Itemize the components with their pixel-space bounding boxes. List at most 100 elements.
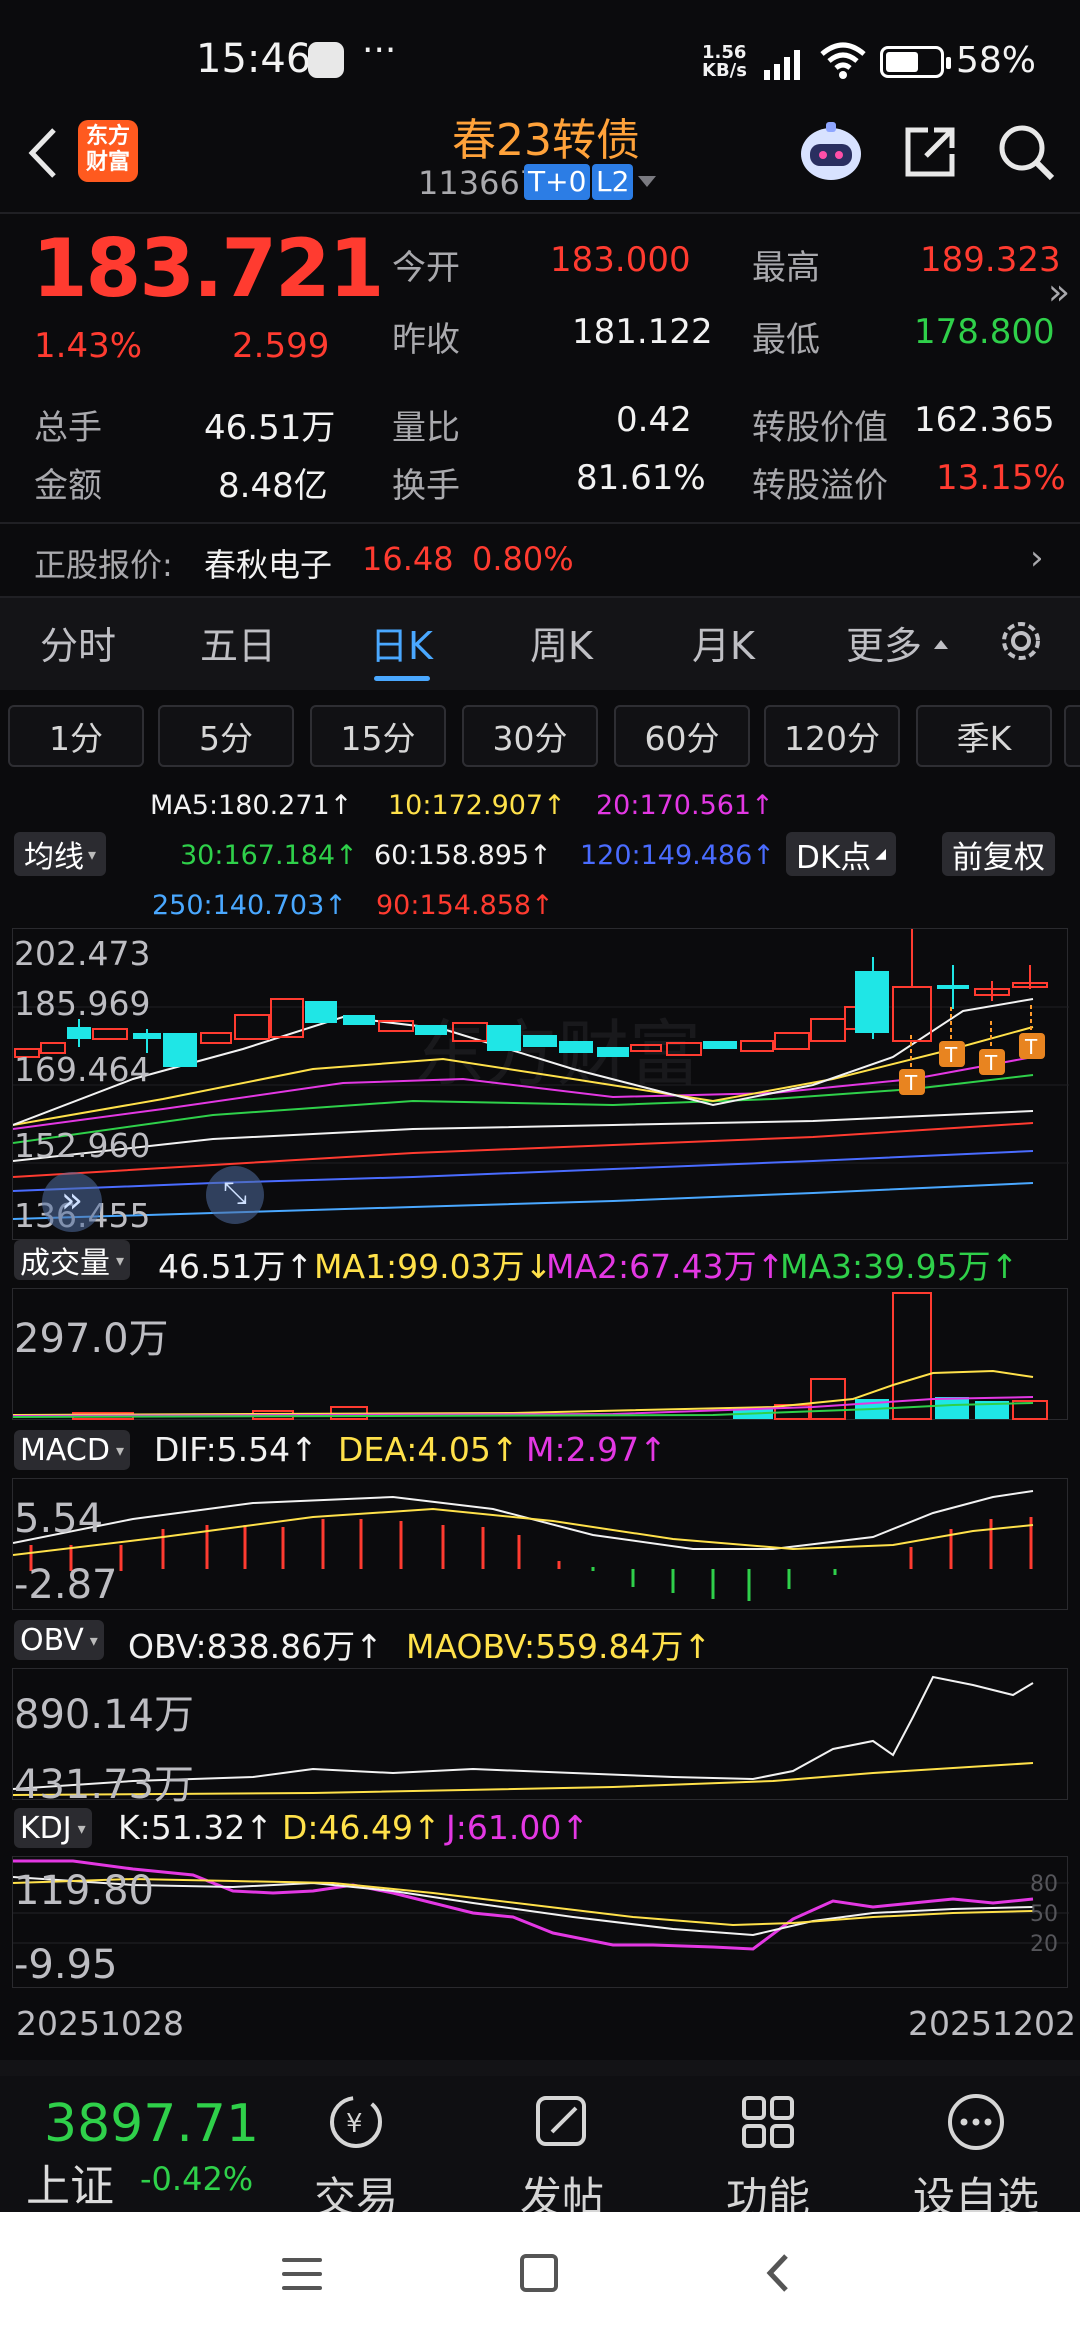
open-label: 今开 xyxy=(392,248,460,288)
kdj-j-label: J:61.00↑ xyxy=(446,1808,589,1847)
period-1min[interactable]: 1分 xyxy=(8,705,144,767)
chevron-down-icon: ▾ xyxy=(115,1440,124,1460)
underlying-label: 正股报价: xyxy=(34,546,173,584)
volume-axis-label: 297.0万 xyxy=(14,1316,169,1362)
low-value: 178.800 xyxy=(914,312,1055,352)
period-120min[interactable]: 120分 xyxy=(764,705,900,767)
battery-percent: 58% xyxy=(956,40,1037,81)
tab-intraday[interactable]: 分时 xyxy=(40,615,116,670)
chevron-down-icon[interactable] xyxy=(638,176,656,187)
ma60-line xyxy=(12,1110,1034,1162)
macd-chart[interactable] xyxy=(12,1478,1068,1610)
macd-m-label: M:2.97↑ xyxy=(526,1430,667,1469)
period-5min[interactable]: 5分 xyxy=(158,705,294,767)
tab-monthly-k[interactable]: 月K xyxy=(692,615,755,670)
scroll-left-button[interactable]: » xyxy=(42,1172,102,1232)
conversion-value: 162.365 xyxy=(914,400,1055,440)
expand-chart-button[interactable]: ⤡ xyxy=(206,1166,264,1224)
t0-badge: T+0 xyxy=(524,164,591,200)
trade-icon: ¥ xyxy=(330,2096,382,2148)
candlestick-chart[interactable]: 东方财富 T T T T xyxy=(12,928,1069,1240)
conversion-premium-label: 转股溢价 xyxy=(752,466,888,506)
back-button[interactable] xyxy=(18,118,68,188)
macd-axis-label-1: 5.54 xyxy=(14,1496,104,1542)
adjust-price-button[interactable]: 前复权 xyxy=(942,832,1055,876)
robot-assistant-icon[interactable] xyxy=(796,118,866,184)
ma120-line xyxy=(12,1150,1034,1192)
price-axis-label-3: 169.464 xyxy=(14,1050,151,1089)
period-60min[interactable]: 60分 xyxy=(614,705,750,767)
settings-gear-icon[interactable] xyxy=(996,616,1046,670)
underlying-stock-row[interactable]: 正股报价: 春秋电子 16.48 0.80% › xyxy=(0,524,1080,594)
share-icon[interactable] xyxy=(900,122,960,186)
high-value: 189.323 xyxy=(920,240,1061,280)
volume-chart[interactable] xyxy=(12,1288,1068,1420)
kdj-chip-label: KDJ xyxy=(20,1810,72,1846)
period-15min[interactable]: 15分 xyxy=(310,705,446,767)
battery-icon xyxy=(880,46,951,78)
kdj-level-20: 20 xyxy=(1030,1932,1058,1957)
volume-indicator-selector[interactable]: 成交量 ▾ xyxy=(14,1240,131,1281)
kdj-axis-label-2: -9.95 xyxy=(14,1942,118,1988)
home-nav-button[interactable] xyxy=(520,2254,558,2292)
period-30min[interactable]: 30分 xyxy=(462,705,598,767)
add-watchlist-button[interactable]: 设自选 xyxy=(906,2090,1046,2225)
conversion-premium: 13.15% xyxy=(936,458,1066,498)
volume-ratio-label: 量比 xyxy=(392,408,460,448)
ma30-label: 30:167.184↑ xyxy=(180,840,358,871)
ma20-label: 20:170.561↑ xyxy=(596,790,774,821)
expand-chevron-icon[interactable]: » xyxy=(1048,272,1070,313)
l2-badge[interactable]: L2 xyxy=(592,164,634,200)
svg-text:T: T xyxy=(984,1051,998,1075)
volume-svg xyxy=(12,1292,1048,1420)
kdj-chart[interactable] xyxy=(12,1856,1069,1988)
period-quarter-k[interactable]: 季K xyxy=(916,705,1052,767)
kdj-indicator-selector[interactable]: KDJ ▾ xyxy=(14,1808,92,1848)
obv-indicator-selector[interactable]: OBV ▾ xyxy=(14,1620,104,1660)
macd-dif-label: DIF:5.54↑ xyxy=(154,1430,318,1469)
ma-selector[interactable]: 均线 ▾ xyxy=(14,832,107,876)
kdj-level-80: 80 xyxy=(1030,1872,1058,1897)
tab-more[interactable]: 更多 xyxy=(846,615,922,670)
turnover-value: 81.61% xyxy=(576,458,706,498)
candles xyxy=(14,929,1048,1067)
index-value[interactable]: 3897.71 xyxy=(44,2094,259,2154)
volume-ma1-label: MA1:99.03万↓ xyxy=(314,1247,553,1286)
edit-icon xyxy=(536,2096,586,2146)
function-button[interactable]: 功能 xyxy=(698,2090,838,2225)
trade-button[interactable]: ¥ 交易 xyxy=(286,2090,426,2225)
ma60-label: 60:158.895↑ xyxy=(374,840,552,871)
open-value: 183.000 xyxy=(550,240,691,280)
dk-point-button[interactable]: DK点 ◢ xyxy=(786,832,896,876)
security-code: 113667 xyxy=(418,164,541,202)
macd-indicator-selector[interactable]: MACD ▾ xyxy=(14,1430,130,1470)
more-notifications-icon: ··· xyxy=(362,30,397,71)
kdj-axis-label-1: 119.80 xyxy=(14,1868,154,1914)
tab-five-day[interactable]: 五日 xyxy=(200,615,276,670)
search-icon[interactable] xyxy=(994,120,1058,188)
candlestick-svg: 东方财富 T T T T xyxy=(12,929,1069,1220)
tab-weekly-k[interactable]: 周K xyxy=(530,615,593,670)
svg-text:T: T xyxy=(1024,1035,1038,1059)
app-logo: 东方 财富 xyxy=(78,120,138,182)
low-label: 最低 xyxy=(752,320,820,360)
chevron-down-icon: ▾ xyxy=(89,1630,98,1650)
post-button[interactable]: 发帖 xyxy=(492,2090,632,2225)
volume-value: 46.51万 xyxy=(204,408,336,448)
watermark: 东方财富 xyxy=(413,1012,701,1096)
menu-nav-button[interactable] xyxy=(282,2254,324,2294)
period-more-partial[interactable] xyxy=(1064,705,1080,767)
macd-chip-label: MACD xyxy=(20,1432,110,1468)
kdj-k-label: K:51.32↑ xyxy=(118,1808,273,1847)
macd-dea-label: DEA:4.05↑ xyxy=(338,1430,519,1469)
price-axis-label-2: 185.969 xyxy=(14,984,151,1023)
amount-value: 8.48亿 xyxy=(218,466,328,506)
dk-label: DK点 xyxy=(796,839,872,876)
last-price: 183.721 xyxy=(32,222,384,315)
ma90-line xyxy=(12,1122,1034,1178)
ma5-label: MA5:180.271↑ xyxy=(150,790,353,821)
svg-text:T: T xyxy=(904,1071,918,1095)
tab-daily-k[interactable]: 日K xyxy=(370,615,433,670)
volume-ma3-label: MA3:39.95万↑ xyxy=(780,1247,1019,1286)
back-nav-button[interactable] xyxy=(758,2250,798,2300)
